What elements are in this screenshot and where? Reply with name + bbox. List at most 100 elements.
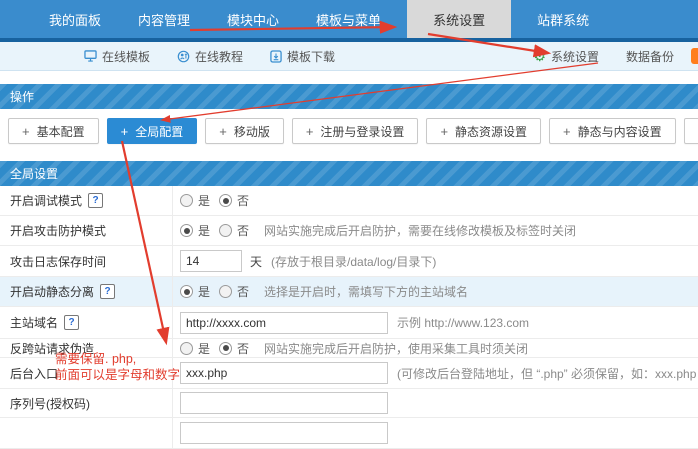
op-button-label: 全局配置	[135, 123, 183, 140]
radio-yes-debug-mode[interactable]	[180, 194, 193, 207]
operations-header: 操作	[0, 84, 698, 109]
tutorial-icon	[177, 50, 190, 63]
row-value-csrf: 是 否网站实施完成后开启防护，使用采集工具时须关闭	[173, 339, 698, 357]
admin-entry-annotation: 需要保留. php, 前面可以是字母和数字	[55, 351, 180, 383]
row-value-serial-number	[173, 389, 698, 417]
download-icon	[270, 50, 282, 63]
extra-input[interactable]	[180, 422, 388, 444]
op-button-label: 基本配置	[37, 123, 85, 140]
global-settings-title: 全局设置	[10, 165, 58, 182]
global-settings-form: 开启调试模式?是否开启攻击防护模式是否网站实施完成后开启防护，需要在线修改模板及…	[0, 186, 698, 449]
toolbar-left-item-3[interactable]: 模板下载	[270, 48, 335, 65]
plus-icon: +	[22, 124, 30, 139]
toolbar-left-item-1[interactable]: 在线模板	[84, 48, 150, 65]
nav-item-4[interactable]: 模板与菜单	[305, 0, 392, 38]
help-icon[interactable]: ?	[64, 315, 79, 330]
op-button-label: 静态与内容设置	[578, 123, 662, 140]
toolbar-right-item-1[interactable]: ⚙ 系统设置	[533, 48, 599, 65]
radio-yes-csrf[interactable]	[180, 342, 193, 355]
row-label-main-domain: 主站域名?	[0, 307, 173, 338]
radio-no-csrf[interactable]	[219, 342, 232, 355]
row-value-static-separation: 是 否选择是开启时，需填写下方的主站域名	[173, 277, 698, 306]
plus-icon: +	[219, 124, 227, 139]
row-label-attack-protection: 开启攻击防护模式	[0, 216, 173, 245]
row-value-extra	[173, 418, 698, 448]
op-button-7[interactable]: +属性权限	[684, 118, 698, 144]
help-icon[interactable]: ?	[88, 193, 103, 208]
row-label-static-separation: 开启动静态分离?	[0, 277, 173, 306]
toolbar-item-label: 系统设置	[551, 48, 599, 65]
radio-label[interactable]: 否	[237, 222, 249, 239]
row-value-admin-entry: (可修改后台登陆地址，但 “.php” 必须保留，如：xxx.php )	[173, 358, 698, 388]
nav-item-3[interactable]: 模块中心	[216, 0, 290, 38]
toolbar-item-label: 在线教程	[195, 48, 243, 65]
op-button-label: 移动版	[234, 123, 270, 140]
row-value-main-domain: 示例 http://www.123.com	[173, 307, 698, 338]
spacer	[0, 71, 698, 84]
radio-no-debug-mode[interactable]	[219, 194, 232, 207]
nav-item-1[interactable]: 我的面板	[38, 0, 112, 38]
row-label-extra	[0, 418, 173, 448]
field-label: 开启动静态分离	[10, 283, 94, 300]
attack-log-days-input[interactable]	[180, 250, 242, 272]
field-label: 开启调试模式	[10, 192, 82, 209]
radio-yes-static-separation[interactable]	[180, 285, 193, 298]
radio-no-attack-protection[interactable]	[219, 224, 232, 237]
op-button-1[interactable]: + 基本配置	[8, 118, 99, 144]
field-label: 开启攻击防护模式	[10, 222, 106, 239]
radio-label[interactable]: 否	[237, 283, 249, 300]
plus-icon: +	[121, 124, 129, 139]
secondary-toolbar: 在线模板 在线教程 模板下载 ⚙ 系统设置 数据备份	[0, 42, 698, 71]
radio-no-static-separation[interactable]	[219, 285, 232, 298]
op-button-3[interactable]: + 移动版	[205, 118, 284, 144]
radio-label[interactable]: 是	[198, 222, 210, 239]
field-label: 攻击日志保存时间	[10, 253, 106, 270]
op-button-2[interactable]: + 全局配置	[107, 118, 198, 144]
row-value-attack-protection: 是 否网站实施完成后开启防护，需要在线修改模板及标签时关闭	[173, 216, 698, 245]
radio-yes-attack-protection[interactable]	[180, 224, 193, 237]
form-row-attack-log-days: 攻击日志保存时间 天(存放于根目录/data/log/目录下)	[0, 246, 698, 277]
plus-icon: +	[440, 124, 448, 139]
field-note-main-domain: 示例 http://www.123.com	[397, 314, 529, 331]
radio-label[interactable]: 是	[198, 283, 210, 300]
plus-icon: +	[563, 124, 571, 139]
op-button-label: 注册与登录设置	[320, 123, 404, 140]
op-button-6[interactable]: + 静态与内容设置	[549, 118, 676, 144]
op-button-5[interactable]: + 静态资源设置	[426, 118, 541, 144]
form-row-debug-mode: 开启调试模式? 是 否	[0, 186, 698, 216]
toolbar-right-item-2[interactable]: 数据备份	[626, 48, 674, 65]
toolbar-item-label: 在线模板	[102, 48, 150, 65]
form-row-attack-protection: 开启攻击防护模式 是 否网站实施完成后开启防护，需要在线修改模板及标签时关闭	[0, 216, 698, 246]
row-label-serial-number: 序列号(授权码)	[0, 389, 173, 417]
admin-entry-input[interactable]	[180, 362, 388, 384]
row-label-attack-log-days: 攻击日志保存时间	[0, 246, 173, 276]
toolbar-left-item-2[interactable]: 在线教程	[177, 48, 243, 65]
row-value-attack-log-days: 天(存放于根目录/data/log/目录下)	[173, 246, 698, 276]
serial-number-input[interactable]	[180, 392, 388, 414]
help-icon[interactable]: ?	[100, 284, 115, 299]
field-note-csrf: 网站实施完成后开启防护，使用采集工具时须关闭	[264, 340, 528, 357]
nav-item-2[interactable]: 内容管理	[127, 0, 201, 38]
radio-label[interactable]: 是	[198, 192, 210, 209]
gear-icon: ⚙	[533, 49, 546, 63]
global-settings-header: 全局设置	[0, 161, 698, 186]
toolbar-item-label: 模板下载	[287, 48, 335, 65]
nav-item-6[interactable]: 站群系统	[526, 0, 600, 38]
radio-label[interactable]: 是	[198, 340, 210, 357]
operations-title: 操作	[10, 88, 34, 105]
field-label: 后台入口	[10, 365, 58, 382]
nav-item-5[interactable]: 系统设置	[407, 0, 511, 38]
input-suffix: 天	[250, 253, 262, 270]
edge-clipped-button[interactable]	[691, 48, 698, 64]
field-note-admin-entry: (可修改后台登陆地址，但 “.php” 必须保留，如：xxx.php )	[397, 365, 698, 382]
spacer	[0, 153, 698, 161]
field-note-static-separation: 选择是开启时，需填写下方的主站域名	[264, 283, 468, 300]
form-row-extra	[0, 418, 698, 449]
radio-label[interactable]: 否	[237, 340, 249, 357]
radio-label[interactable]: 否	[237, 192, 249, 209]
field-note-attack-protection: 网站实施完成后开启防护，需要在线修改模板及标签时关闭	[264, 222, 576, 239]
op-button-4[interactable]: +注册与登录设置	[292, 118, 419, 144]
top-nav: 我的面板内容管理模块中心模板与菜单系统设置站群系统	[0, 0, 698, 38]
main-domain-input[interactable]	[180, 312, 388, 334]
op-button-label: 静态资源设置	[455, 123, 527, 140]
